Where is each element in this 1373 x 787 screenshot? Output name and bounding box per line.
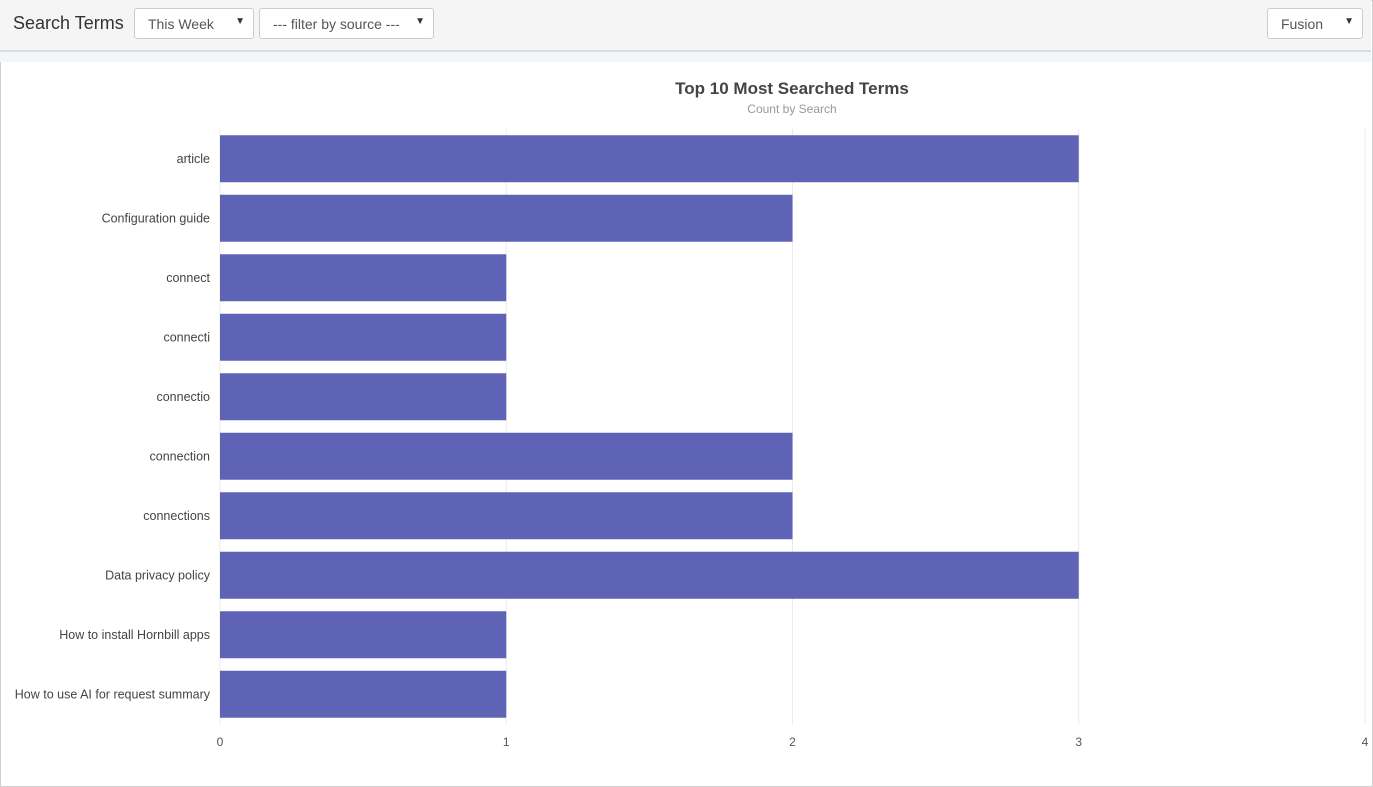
period-select[interactable]: This Week ▼ [134,8,254,39]
source-value: --- filter by source --- [273,16,400,32]
frame [0,0,1373,787]
chevron-down-icon: ▼ [1344,16,1354,27]
period-value: This Week [148,16,214,32]
divider-band [0,52,1371,62]
chevron-down-icon: ▼ [415,16,425,27]
header-bar: Search Terms This Week ▼ --- filter by so… [0,0,1371,52]
engine-value: Fusion [1281,16,1324,32]
engine-select[interactable]: Fusion ▼ [1267,8,1363,39]
page-title: Search Terms [13,13,124,33]
source-filter-select[interactable]: --- filter by source --- ▼ [259,8,434,39]
chevron-down-icon: ▼ [235,16,245,27]
